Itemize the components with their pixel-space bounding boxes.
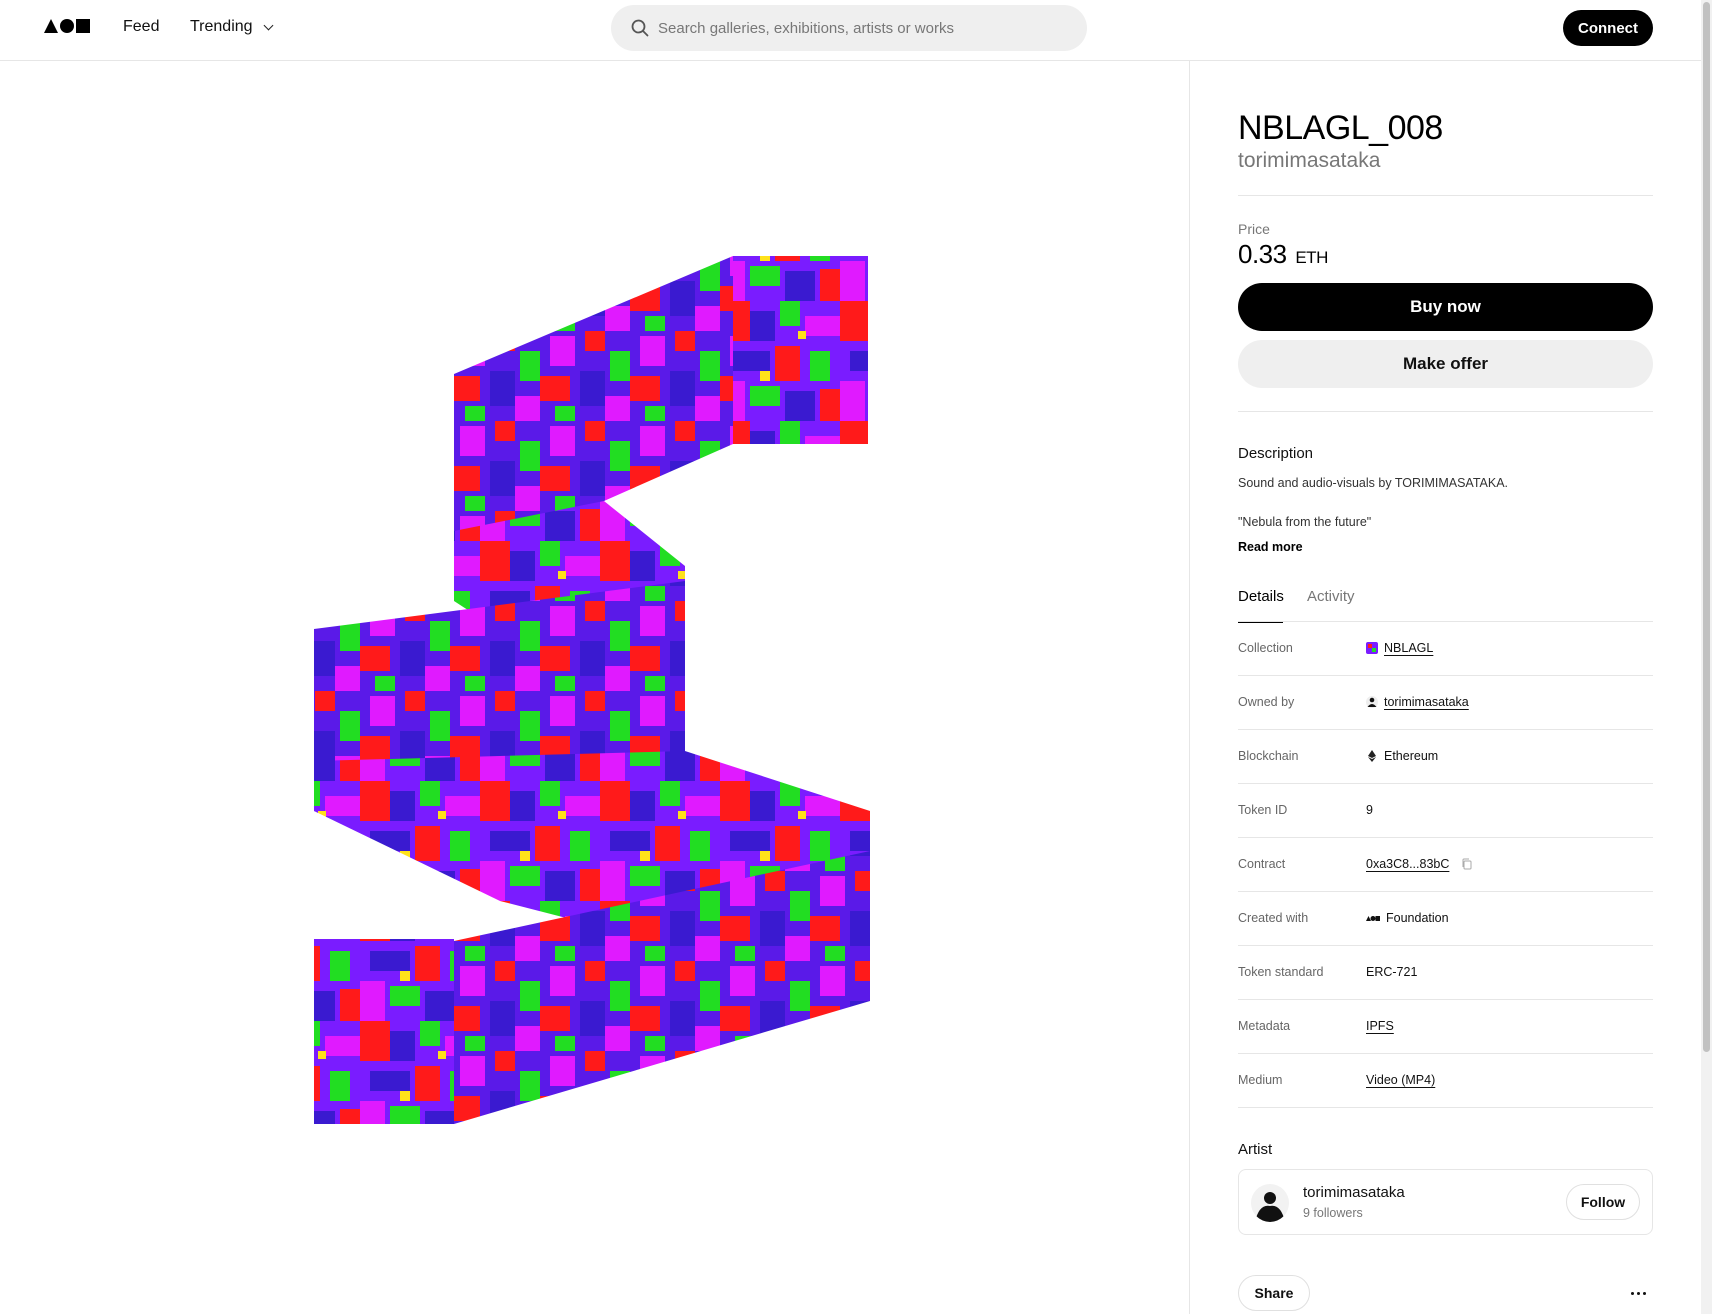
copy-icon[interactable] <box>1461 858 1473 870</box>
artist-avatar <box>1251 1184 1289 1222</box>
artwork-title: NBLAGL_008 <box>1238 109 1443 147</box>
token-id: 9 <box>1366 803 1373 817</box>
artist-avatar-icon <box>1251 1184 1289 1222</box>
detail-row-metadata: Metadata IPFS <box>1238 1000 1653 1054</box>
artist-followers: 9 followers <box>1303 1206 1363 1220</box>
more-options-icon[interactable] <box>1628 1283 1648 1303</box>
tab-details[interactable]: Details <box>1238 588 1284 605</box>
detail-row-contract: Contract 0xa3C8...83bC <box>1238 838 1653 892</box>
detail-row-token-standard: Token standard ERC-721 <box>1238 946 1653 1000</box>
share-button[interactable]: Share <box>1238 1275 1310 1311</box>
description-heading: Description <box>1238 445 1314 462</box>
price-label: Price <box>1238 221 1270 237</box>
owner-link[interactable]: torimimasataka <box>1366 694 1469 710</box>
collection-name: NBLAGL <box>1384 641 1434 655</box>
search-bar <box>611 5 1087 51</box>
top-nav-bar: Feed Trending Connect <box>0 0 1712 61</box>
artwork-panel-bottom-left <box>314 939 454 1124</box>
detail-row-token-id: Token ID 9 <box>1238 784 1653 838</box>
nav-trending-dropdown[interactable]: Trending <box>190 18 274 36</box>
blockchain-value: Ethereum <box>1366 748 1438 764</box>
artwork-panel-top-right <box>733 256 868 444</box>
created-with-value: Foundation <box>1366 910 1449 926</box>
detail-label: Blockchain <box>1238 749 1299 763</box>
blockchain-name: Ethereum <box>1384 749 1439 763</box>
buy-now-button[interactable]: Buy now <box>1238 283 1653 331</box>
collection-link[interactable]: NBLAGL <box>1366 640 1433 656</box>
detail-label: Contract <box>1238 857 1286 871</box>
foundation-logo[interactable] <box>44 19 90 33</box>
logo-circle-icon <box>60 19 74 33</box>
token-standard-value: ERC-721 <box>1366 964 1417 980</box>
medium-value: Video (MP4) <box>1366 1072 1435 1088</box>
detail-row-blockchain: Blockchain Ethereum <box>1238 730 1653 784</box>
artist-heading: Artist <box>1238 1141 1273 1158</box>
owner-avatar-icon <box>1366 696 1378 708</box>
artist-name[interactable]: torimimasataka <box>1303 1184 1405 1201</box>
price-amount: 0.33 <box>1238 239 1287 269</box>
created-with-name: Foundation <box>1386 911 1449 925</box>
collection-thumbnail-icon <box>1366 642 1378 654</box>
read-more-link[interactable]: Read more <box>1238 540 1303 554</box>
artwork-image <box>314 256 870 1124</box>
artwork-creator-link[interactable]: torimimasataka <box>1238 149 1380 173</box>
detail-label: Token standard <box>1238 965 1324 979</box>
search-icon <box>631 19 649 37</box>
detail-label: Owned by <box>1238 695 1295 709</box>
contract-address-link[interactable]: 0xa3C8...83bC <box>1366 856 1449 872</box>
owner-name: torimimasataka <box>1384 695 1469 709</box>
contract-value: 0xa3C8...83bC <box>1366 856 1473 872</box>
nav-trending-label: Trending <box>190 18 253 35</box>
nav-feed-link[interactable]: Feed <box>123 18 159 36</box>
detail-row-collection: Collection NBLAGL <box>1238 622 1653 676</box>
search-input[interactable] <box>658 5 1068 51</box>
tab-activity[interactable]: Activity <box>1307 588 1355 605</box>
token-id-value: 9 <box>1366 802 1373 818</box>
artwork-viewer[interactable] <box>0 61 1189 1314</box>
scrollbar-thumb[interactable] <box>1703 2 1710 1052</box>
metadata-link[interactable]: IPFS <box>1366 1018 1394 1034</box>
metadata-value: IPFS <box>1366 1018 1394 1034</box>
ethereum-icon <box>1368 750 1376 762</box>
foundation-icon <box>1366 916 1380 921</box>
make-offer-button[interactable]: Make offer <box>1238 340 1653 388</box>
follow-button[interactable]: Follow <box>1566 1184 1640 1220</box>
divider <box>1238 411 1653 412</box>
connect-button[interactable]: Connect <box>1563 10 1653 46</box>
panel-divider <box>1189 61 1190 1314</box>
divider <box>1238 195 1653 196</box>
page-scrollbar[interactable] <box>1701 0 1712 1314</box>
detail-label: Metadata <box>1238 1019 1291 1033</box>
price-unit: ETH <box>1295 248 1328 267</box>
price-value: 0.33 ETH <box>1238 239 1328 270</box>
medium-link[interactable]: Video (MP4) <box>1366 1072 1435 1088</box>
description-text: Sound and audio-visuals by TORIMIMASATAK… <box>1238 476 1509 490</box>
logo-square-icon <box>76 19 90 33</box>
logo-triangle-icon <box>44 19 58 33</box>
chevron-down-icon <box>263 20 274 30</box>
description-quote: "Nebula from the future" <box>1238 515 1372 529</box>
detail-row-owner: Owned by torimimasataka <box>1238 676 1653 730</box>
detail-row-created-with: Created with Foundation <box>1238 892 1653 946</box>
detail-label: Created with <box>1238 911 1309 925</box>
detail-label: Medium <box>1238 1073 1283 1087</box>
detail-row-medium: Medium Video (MP4) <box>1238 1054 1653 1108</box>
token-standard: ERC-721 <box>1366 965 1418 979</box>
detail-label: Token ID <box>1238 803 1288 817</box>
artist-card[interactable]: torimimasataka 9 followers Follow <box>1238 1169 1653 1235</box>
detail-label: Collection <box>1238 641 1293 655</box>
